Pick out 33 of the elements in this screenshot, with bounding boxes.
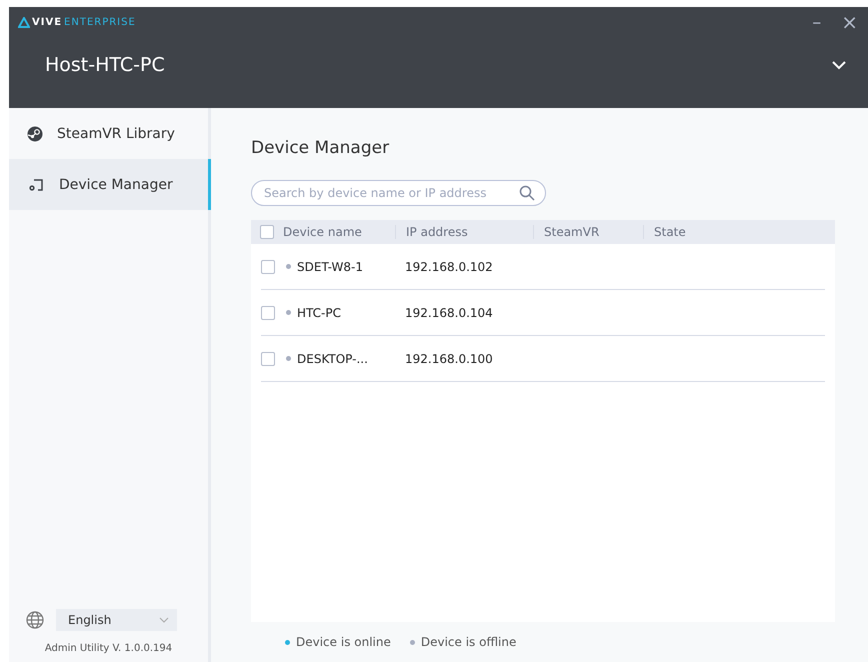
version-text: Admin Utility V. 1.0.0.194: [44, 642, 174, 656]
search-field[interactable]: Search by device name or IP address: [251, 180, 546, 206]
select-all-checkbox[interactable]: [260, 225, 274, 239]
device-name: DESKTOP-...: [297, 352, 368, 366]
device-name: SDET-W8-1: [297, 260, 363, 274]
brand-logo-text: VIVE: [32, 16, 62, 28]
ip-address: 192.168.0.104: [405, 306, 494, 320]
column-header: IP address: [406, 225, 468, 239]
row-checkbox[interactable]: [261, 352, 275, 366]
language-dropdown[interactable]: English: [56, 609, 177, 631]
sidebar-item[interactable]: SteamVR Library: [9, 108, 211, 159]
column-header: Device name: [283, 225, 362, 239]
chevron-down-icon[interactable]: [832, 60, 846, 70]
host-name: Host-HTC-PC: [45, 54, 165, 76]
minimize-button[interactable]: –: [802, 12, 832, 32]
column-header: SteamVR: [544, 225, 600, 239]
page-title: Device Manager: [251, 138, 390, 158]
sidebar-item[interactable]: Device Manager: [9, 159, 211, 210]
column-header: State: [654, 225, 686, 239]
row-checkbox[interactable]: [261, 306, 275, 320]
legend-label: Device is offline: [420, 635, 516, 649]
steam-icon: [27, 126, 43, 142]
device-name: HTC-PC: [297, 306, 341, 320]
ip-address: 192.168.0.100: [405, 352, 494, 366]
brand-logo-suffix: ENTERPRISE: [64, 16, 136, 28]
legend-label: Device is online: [296, 635, 391, 649]
row-checkbox[interactable]: [261, 260, 275, 274]
search-icon[interactable]: [519, 185, 535, 201]
logo-triangle-icon: [18, 16, 30, 28]
close-button[interactable]: ×: [831, 10, 868, 34]
chevron-down-icon: [159, 617, 169, 623]
globe-icon: [26, 611, 44, 629]
ip-address: 192.168.0.102: [405, 260, 494, 274]
